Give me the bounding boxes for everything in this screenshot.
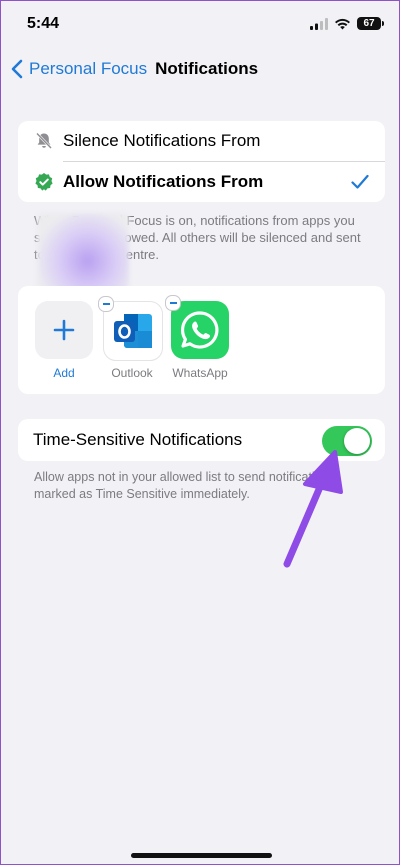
silence-option[interactable]: Silence Notifications From (18, 121, 385, 161)
signal-icon (310, 17, 328, 30)
battery-icon: 67 (357, 17, 384, 30)
page-title: Notifications (155, 59, 259, 78)
time-sensitive-label: Time-Sensitive Notifications (33, 430, 243, 449)
verified-check-icon (35, 173, 53, 191)
app-outlook[interactable] (98, 296, 163, 361)
add-app-button[interactable] (35, 301, 93, 359)
allow-option-label: Allow Notifications From (63, 172, 264, 191)
status-icons: 67 (310, 17, 384, 30)
whatsapp-icon (180, 311, 219, 349)
add-app-label: Add (53, 366, 75, 380)
wifi-icon (335, 18, 350, 29)
bell-slash-icon (36, 132, 52, 149)
allowed-apps-card: Add Outlook WhatsApp (18, 286, 385, 394)
app-whatsapp-label: WhatsApp (172, 366, 228, 380)
battery-level: 67 (363, 18, 375, 29)
checkmark-icon (351, 174, 369, 189)
mode-card: Silence Notifications From Allow Notific… (18, 121, 385, 202)
annotation-arrow-icon (283, 450, 343, 568)
outlook-icon (114, 314, 152, 348)
nav-bar: Personal Focus Notifications (11, 57, 258, 81)
chevron-left-icon[interactable] (11, 59, 23, 79)
back-button[interactable]: Personal Focus (29, 59, 147, 79)
app-whatsapp[interactable] (165, 295, 229, 359)
plus-icon (53, 319, 75, 341)
status-time: 5:44 (27, 15, 60, 32)
blurred-region (37, 213, 129, 293)
allow-option[interactable]: Allow Notifications From (18, 162, 385, 202)
remove-outlook-button[interactable] (98, 296, 114, 312)
home-indicator[interactable] (131, 853, 272, 858)
silence-option-label: Silence Notifications From (63, 131, 261, 150)
app-outlook-label: Outlook (111, 366, 153, 380)
